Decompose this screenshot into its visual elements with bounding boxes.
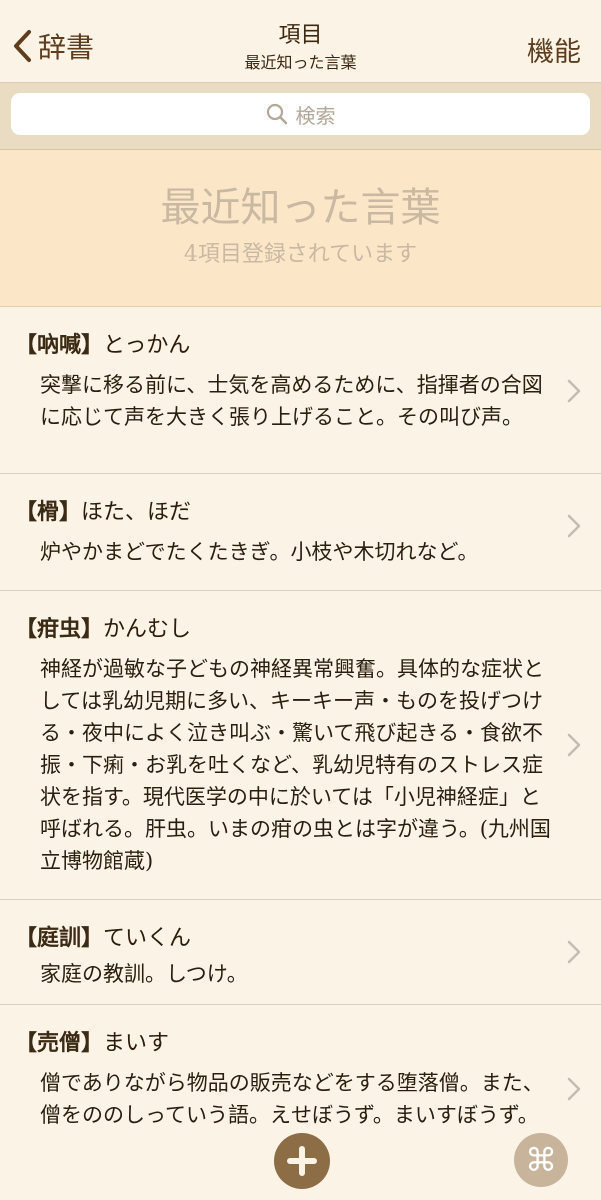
plus-icon [287,1146,317,1176]
chevron-right-icon [567,1077,581,1101]
entry-reading: ていくん [103,926,192,951]
chevron-right-icon [567,379,581,403]
entry-word: 【庭訓】 [15,926,104,951]
add-button[interactable] [274,1133,330,1189]
list-item[interactable]: 【庭訓】ていくん 家庭の教訓。しつけ。 [0,900,601,1005]
entry-definition: 神経が過敏な子どもの神経異常興奮。具体的な症状としては乳幼児期に多い、キーキー声… [40,657,551,873]
search-bar: 検索 [0,83,601,150]
entry-reading: とっかん [103,333,191,358]
entry-term: 【庭訓】ていくん [15,920,191,952]
back-button-label: 辞書 [38,31,95,64]
entry-term: 【疳虫】かんむし [15,611,191,643]
entry-term: 【榾】ほた、ほだ [15,494,191,526]
list-item[interactable]: 【榾】ほた、ほだ 炉やかまどでたくたきぎ。小枝や木切れなど。 [0,474,601,591]
entry-reading: かんむし [103,617,192,642]
back-button[interactable]: 辞書 [12,24,94,68]
chevron-left-icon [14,30,31,62]
entry-word: 【吶喊】 [15,333,104,358]
entry-word: 【榾】 [15,500,82,525]
list-item[interactable]: 【疳虫】かんむし 神経が過敏な子どもの神経異常興奮。具体的な症状としては乳幼児期… [0,591,601,900]
collection-title: 最近知った言葉 [160,185,441,231]
search-icon [266,103,287,125]
entry-word: 【疳虫】 [15,617,104,642]
entry-definition: 僧でありながら物品の販売などをする堕落僧。また、僧をののしっていう語。えせぼうず… [40,1071,544,1127]
navigation-bar: 辞書 項目 最近知った言葉 機能 [0,0,601,83]
menu-button[interactable]: 機能 [527,30,581,69]
entry-word: 【売僧】 [15,1031,104,1056]
page-subtitle: 最近知った言葉 [244,53,357,72]
chevron-right-icon [567,940,581,964]
page-title: 項目 [278,23,323,48]
chevron-right-icon [567,733,581,757]
chevron-right-icon [567,514,581,538]
entry-list: 【吶喊】とっかん 突撃に移る前に、士気を高めるために、指揮者の合図に応じて声を大… [0,307,601,1175]
command-icon: ⌘ [525,1141,557,1179]
entry-definition: 家庭の教訓。しつけ。 [40,962,248,986]
entry-reading: ほた、ほだ [81,500,192,525]
entry-definition: 炉やかまどでたくたきぎ。小枝や木切れなど。 [40,540,479,564]
entry-reading: まいす [103,1031,170,1056]
nav-title: 項目 最近知った言葉 [150,22,451,74]
collection-header: 最近知った言葉 4項目登録されています [0,150,601,307]
entry-term: 【吶喊】とっかん [15,327,190,359]
app-window: 辞書 項目 最近知った言葉 機能 検索 最近知った言葉 4項目登録されています … [0,0,601,1200]
search-placeholder: 検索 [295,103,336,128]
entry-term: 【売僧】まいす [15,1025,169,1057]
search-input[interactable]: 検索 [11,93,590,135]
entry-definition: 突撃に移る前に、士気を高めるために、指揮者の合図に応じて声を大きく張り上げること… [40,373,543,429]
list-item[interactable]: 【吶喊】とっかん 突撃に移る前に、士気を高めるために、指揮者の合図に応じて声を大… [0,307,601,474]
collection-count: 4項目登録されています [183,242,418,267]
command-button[interactable]: ⌘ [514,1133,568,1187]
